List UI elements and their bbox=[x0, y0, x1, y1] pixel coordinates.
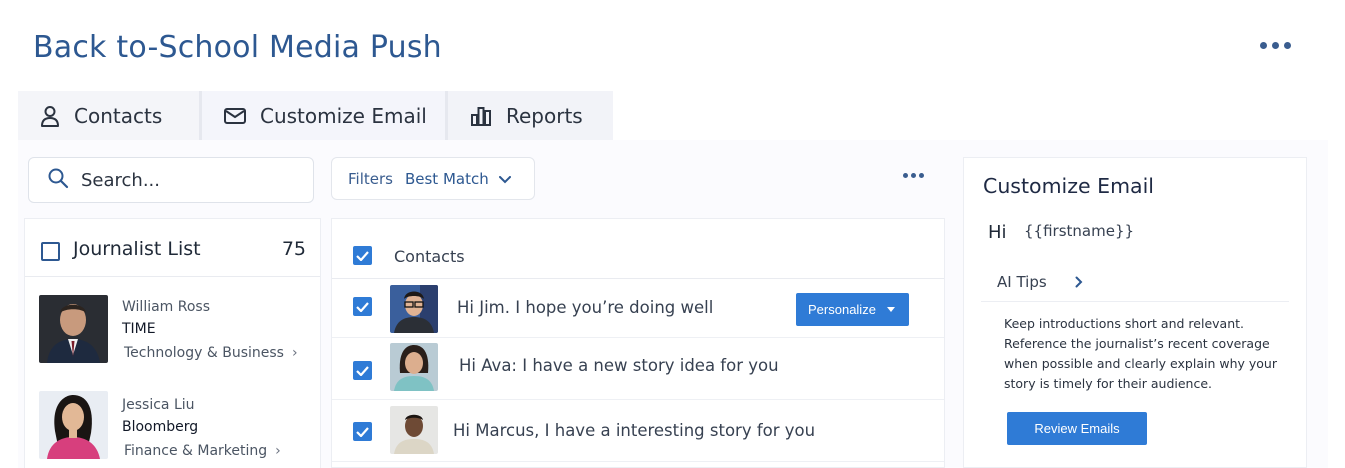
tab-label: Reports bbox=[506, 103, 583, 128]
tab-customize-email[interactable]: Customize Email bbox=[202, 91, 448, 140]
contacts-header-label: Contacts bbox=[394, 247, 465, 266]
tab-label: Contacts bbox=[74, 103, 163, 128]
journalist-beat: Technology & Business › bbox=[124, 345, 298, 361]
journalist-list-header: Journalist List 75 bbox=[25, 219, 320, 277]
search-box[interactable] bbox=[28, 157, 314, 203]
contact-checkbox[interactable] bbox=[353, 422, 372, 441]
search-icon bbox=[47, 167, 69, 194]
journalist-name: Jessica Liu bbox=[122, 397, 195, 413]
user-icon bbox=[40, 105, 60, 127]
contact-row[interactable]: Hi Marcus, I have a interesting story fo… bbox=[332, 400, 944, 462]
filters-label: Filters bbox=[348, 169, 393, 188]
email-subject: Hi Marcus, I have a interesting story fo… bbox=[453, 421, 816, 440]
tab-contacts[interactable]: Contacts bbox=[18, 91, 202, 140]
tab-reports[interactable]: Reports bbox=[448, 91, 613, 140]
filters-selected-value: Best Match bbox=[404, 169, 489, 188]
email-subject: Hi Jim. I hope you’re doing well bbox=[457, 298, 714, 317]
contact-checkbox[interactable] bbox=[353, 361, 372, 380]
contacts-more-icon[interactable] bbox=[903, 173, 924, 178]
contact-checkbox[interactable] bbox=[353, 297, 372, 316]
chevron-right-icon bbox=[1075, 275, 1083, 293]
more-options-icon[interactable] bbox=[1256, 38, 1295, 53]
journalist-list-panel: Journalist List 75 William Ross TIME Tec… bbox=[24, 218, 321, 468]
chevron-right-icon: › bbox=[291, 345, 298, 361]
avatar bbox=[390, 285, 438, 333]
avatar bbox=[390, 343, 438, 391]
customize-email-title: Customize Email bbox=[983, 174, 1154, 198]
chevron-down-icon bbox=[498, 170, 511, 188]
page-title: Back to-School Media Push bbox=[33, 30, 442, 65]
review-emails-button[interactable]: Review Emails bbox=[1007, 412, 1147, 445]
caret-down-icon bbox=[887, 307, 895, 312]
firstname-token[interactable]: {{firstname}} bbox=[1024, 222, 1134, 240]
contacts-panel: Contacts Hi Jim. I hope you’re doing wel… bbox=[331, 218, 945, 468]
journalist-outlet: TIME bbox=[122, 321, 156, 337]
ai-tips-text: Keep introductions short and relevant. R… bbox=[1004, 316, 1277, 391]
personalize-button[interactable]: Personalize bbox=[796, 293, 909, 326]
tab-label: Customize Email bbox=[260, 103, 427, 128]
select-all-checkbox[interactable] bbox=[41, 242, 60, 261]
search-input[interactable] bbox=[81, 169, 301, 191]
bar-chart-icon bbox=[470, 105, 492, 127]
filters-dropdown[interactable]: Filters Best Match bbox=[331, 157, 535, 200]
journalist-list-title: Journalist List bbox=[73, 238, 201, 260]
journalist-beat: Finance & Marketing › bbox=[124, 443, 281, 459]
journalist-name: William Ross bbox=[122, 299, 211, 315]
avatar bbox=[390, 406, 438, 454]
ai-tips-label: AI Tips bbox=[997, 273, 1047, 291]
tab-bar: Contacts Customize Email Reports bbox=[18, 91, 613, 140]
customize-email-panel: Customize Email Hi {{firstname}} AI Tips… bbox=[963, 157, 1307, 468]
email-subject: Hi Ava: I have a new story idea for you bbox=[459, 356, 779, 375]
email-greeting[interactable]: Hi bbox=[988, 222, 1007, 243]
select-all-contacts-checkbox[interactable] bbox=[353, 246, 372, 265]
journalist-outlet: Bloomberg bbox=[122, 419, 199, 435]
journalist-card[interactable]: Jessica Liu Bloomberg Finance & Marketin… bbox=[25, 379, 320, 468]
journalist-count: 75 bbox=[281, 238, 306, 260]
journalist-card[interactable]: William Ross TIME Technology & Business › bbox=[25, 279, 320, 371]
avatar bbox=[39, 295, 108, 363]
contact-row[interactable]: Hi Ava: I have a new story idea for you bbox=[332, 338, 944, 400]
avatar bbox=[39, 391, 108, 459]
mail-icon bbox=[224, 107, 246, 125]
chevron-right-icon: › bbox=[275, 443, 281, 459]
ai-tips-toggle[interactable]: AI Tips bbox=[981, 259, 1289, 302]
contacts-header: Contacts bbox=[332, 219, 944, 279]
